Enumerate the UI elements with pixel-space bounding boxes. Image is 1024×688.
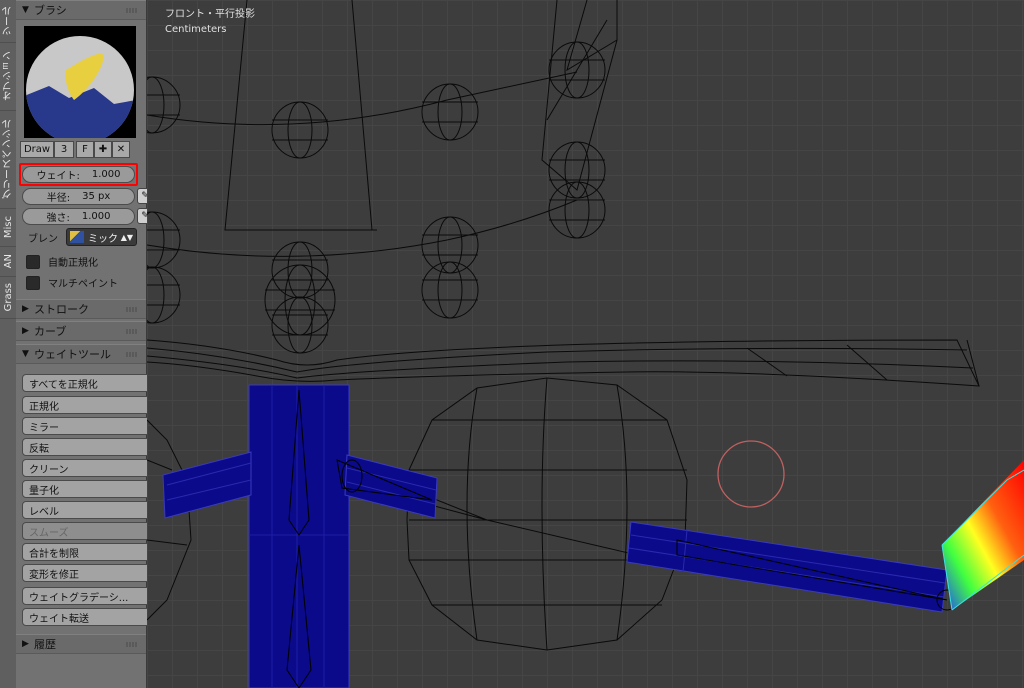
multipaint-label: マルチペイント <box>48 279 118 290</box>
history-panel-title: 履歴 <box>34 638 56 651</box>
checkbox-box[interactable] <box>26 254 40 269</box>
weight-highlight-box <box>19 163 138 186</box>
expand-triangle-icon: ▼ <box>22 5 29 15</box>
chevron-updown-icon: ▲▼ <box>120 232 133 242</box>
brush-cursor-circle <box>717 440 785 508</box>
blend-dropdown[interactable]: ミック ▲▼ <box>66 228 137 246</box>
transfer-weights-button[interactable]: ウェイト転送 <box>22 608 153 626</box>
weight-tools-panel-header[interactable]: ▼ ウェイトツール <box>16 344 146 364</box>
view-name-label: フロント・平行投影 <box>165 9 255 20</box>
radius-label: 半径: <box>46 193 71 204</box>
smooth-button: スムーズ <box>22 522 153 540</box>
weight-tools-panel-title: ウェイトツール <box>34 348 111 361</box>
fix-deforms-button[interactable]: 変形を修正 <box>22 564 153 582</box>
add-brush-button[interactable]: ✚ <box>94 141 112 158</box>
brush-name-field[interactable]: Draw <box>20 141 54 158</box>
brush-panel-title: ブラシ <box>34 4 67 17</box>
units-label: Centimeters <box>165 24 227 35</box>
mirror-button[interactable]: ミラー <box>22 417 153 435</box>
limit-total-button[interactable]: 合計を制限 <box>22 543 153 561</box>
normalize-all-button[interactable]: すべてを正規化 <box>22 374 153 392</box>
tab-an-label: AN <box>2 253 14 269</box>
blend-label: ブレン <box>28 234 58 245</box>
drag-grip-icon[interactable] <box>126 329 138 334</box>
tab-options[interactable]: オプション <box>0 42 16 111</box>
plus-icon: ✚ <box>98 144 108 155</box>
auto-normalize-label: 自動正規化 <box>48 258 98 269</box>
expand-triangle-icon: ▼ <box>22 349 29 359</box>
tab-options-label: オプション <box>2 51 14 101</box>
strength-slider[interactable]: 強さ: 1.000 <box>22 208 135 225</box>
radius-value: 35 px <box>82 191 111 202</box>
stroke-panel-header[interactable]: ▶ ストローク <box>16 299 146 319</box>
close-icon: ✕ <box>116 144 126 155</box>
tab-tools[interactable]: ツール <box>0 0 16 43</box>
drag-grip-icon[interactable] <box>126 8 138 13</box>
blend-value: ミック <box>88 233 118 245</box>
tab-an[interactable]: AN <box>0 246 16 277</box>
quantize-button[interactable]: 量子化 <box>22 480 153 498</box>
blend-mode-icon <box>70 231 84 243</box>
checkbox-box[interactable] <box>26 275 40 290</box>
auto-normalize-checkbox[interactable]: 自動正規化 <box>26 254 98 269</box>
brush-sphere-icon <box>26 36 134 138</box>
tool-tabs: ツール オプション グリースペンシル Misc AN Grass <box>0 0 17 688</box>
collapse-triangle-icon: ▶ <box>22 639 29 649</box>
brush-selector-row: Draw 3 F ✚ ✕ <box>20 141 130 158</box>
multipaint-checkbox[interactable]: マルチペイント <box>26 275 118 290</box>
drag-grip-icon[interactable] <box>126 352 138 357</box>
tab-tools-label: ツール <box>2 6 14 36</box>
curve-panel-header[interactable]: ▶ カーブ <box>16 321 146 341</box>
strength-label: 強さ: <box>46 213 70 224</box>
tab-misc[interactable]: Misc <box>0 208 16 247</box>
drag-grip-icon[interactable] <box>126 307 138 312</box>
history-panel-header[interactable]: ▶ 履歴 <box>16 634 146 654</box>
3d-viewport[interactable]: フロント・平行投影 Centimeters <box>147 0 1024 688</box>
remove-brush-button[interactable]: ✕ <box>112 141 130 158</box>
clean-button[interactable]: クリーン <box>22 459 153 477</box>
collapse-triangle-icon: ▶ <box>22 304 29 314</box>
viewport-scene <box>147 0 1024 688</box>
radius-slider[interactable]: 半径: 35 px <box>22 188 135 205</box>
weight-gradient-button[interactable]: ウェイトグラデーシ... <box>22 587 153 605</box>
drag-grip-icon[interactable] <box>126 642 138 647</box>
tool-shelf-panel: ▼ ブラシ Draw 3 F ✚ ✕ ウェイト: 1.000 半径: 35 px… <box>16 0 153 688</box>
stroke-panel-title: ストローク <box>34 303 89 316</box>
collapse-triangle-icon: ▶ <box>22 326 29 336</box>
brush-preview[interactable] <box>24 26 136 138</box>
brush-panel-header[interactable]: ▼ ブラシ <box>16 0 146 20</box>
tab-misc-label: Misc <box>2 215 14 239</box>
curve-panel-title: カーブ <box>34 325 67 338</box>
tab-grass-label: Grass <box>2 282 14 312</box>
brush-users-count[interactable]: 3 <box>54 141 74 158</box>
tab-grease-pencil[interactable]: グリースペンシル <box>0 110 16 209</box>
invert-button[interactable]: 反転 <box>22 438 153 456</box>
tab-grass[interactable]: Grass <box>0 276 16 319</box>
tab-grease-pencil-label: グリースペンシル <box>2 119 14 199</box>
levels-button[interactable]: レベル <box>22 501 153 519</box>
normalize-button[interactable]: 正規化 <box>22 396 153 414</box>
strength-value: 1.000 <box>81 211 111 222</box>
fake-user-button[interactable]: F <box>76 141 94 158</box>
